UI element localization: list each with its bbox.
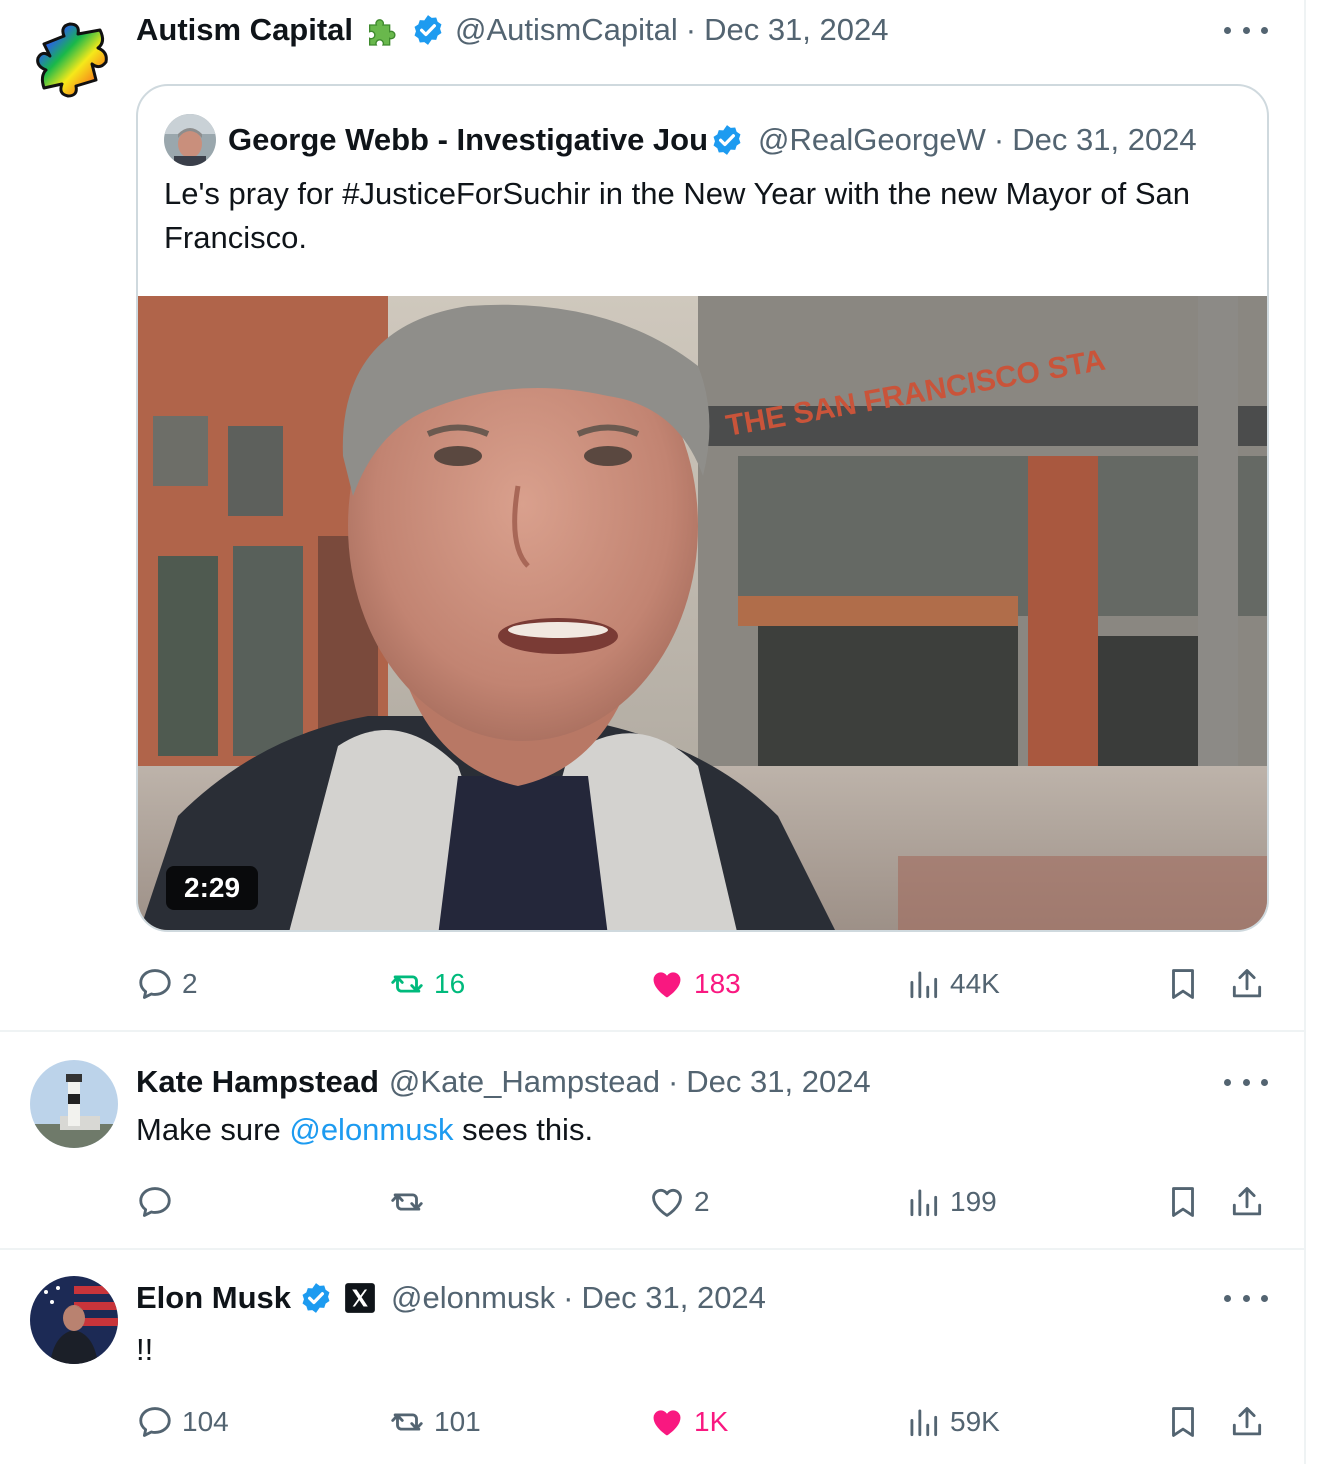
author-name[interactable]: Elon Musk bbox=[136, 1280, 291, 1316]
puzzle-avatar-icon[interactable] bbox=[30, 14, 118, 102]
author-handle[interactable]: @Kate_Hampstead bbox=[389, 1064, 660, 1100]
tweet-actions: 104 101 1K 59K bbox=[136, 1400, 1276, 1444]
share-icon bbox=[1228, 1183, 1266, 1221]
video-thumbnail[interactable]: THE SAN FRANCISCO STA 2:29 bbox=[138, 296, 1267, 930]
tweet-header: Kate Hampstead @Kate_Hampstead · Dec 31,… bbox=[136, 1060, 871, 1104]
verified-badge-icon[interactable] bbox=[411, 13, 445, 47]
quoted-author-name[interactable]: George Webb - Investigative Jou bbox=[228, 122, 708, 158]
like-icon bbox=[648, 965, 686, 1003]
more-icon[interactable] bbox=[1224, 1288, 1268, 1308]
tweet-date[interactable]: Dec 31, 2024 bbox=[704, 12, 888, 48]
tweet-date[interactable]: Dec 31, 2024 bbox=[686, 1064, 870, 1100]
quoted-tweet-text: Le's pray for #JusticeForSuchir in the N… bbox=[164, 176, 1190, 255]
timeline-right-border bbox=[1304, 0, 1306, 1464]
reply-icon bbox=[136, 1183, 174, 1221]
share-button[interactable] bbox=[1228, 962, 1274, 1006]
views-count: 44K bbox=[950, 968, 1000, 999]
author-name[interactable]: Kate Hampstead bbox=[136, 1064, 379, 1100]
reply-icon bbox=[136, 1403, 174, 1441]
repost-count: 101 bbox=[434, 1406, 481, 1437]
repost-icon bbox=[388, 1403, 426, 1441]
reply-icon bbox=[136, 965, 174, 1003]
like-icon bbox=[648, 1183, 686, 1221]
tweet-actions: 2 199 bbox=[136, 1180, 1276, 1224]
verified-badge-icon[interactable] bbox=[710, 123, 744, 157]
tweet-actions: 2 16 183 44K bbox=[136, 962, 1276, 1006]
like-count: 183 bbox=[694, 968, 741, 999]
views-button[interactable]: 44K bbox=[904, 962, 1000, 1006]
more-icon[interactable] bbox=[1224, 1072, 1268, 1092]
repost-button[interactable]: 16 bbox=[388, 962, 465, 1006]
like-button[interactable]: 183 bbox=[648, 962, 741, 1006]
repost-icon bbox=[388, 1183, 426, 1221]
tweet-text-part: sees this. bbox=[453, 1112, 594, 1147]
reply-count: 2 bbox=[182, 968, 198, 999]
author-handle[interactable]: @elonmusk bbox=[391, 1280, 555, 1316]
like-icon bbox=[648, 1403, 686, 1441]
views-button[interactable]: 59K bbox=[904, 1400, 1000, 1444]
reply-count: 104 bbox=[182, 1406, 229, 1437]
author-handle[interactable]: @AutismCapital bbox=[455, 12, 678, 48]
share-button[interactable] bbox=[1228, 1400, 1274, 1444]
like-button[interactable]: 2 bbox=[648, 1180, 710, 1224]
tweet-elon-musk[interactable]: Elon Musk @elonmusk · Dec 31, 2024 !! 10… bbox=[0, 1250, 1304, 1464]
like-count: 2 bbox=[694, 1186, 710, 1217]
quoted-tweet-header: George Webb - Investigative Jou @RealGeo… bbox=[164, 114, 1197, 166]
video-duration-badge: 2:29 bbox=[166, 866, 259, 910]
share-button[interactable] bbox=[1228, 1180, 1274, 1224]
tweet-header: Elon Musk @elonmusk · Dec 31, 2024 bbox=[136, 1276, 766, 1320]
views-button[interactable]: 199 bbox=[904, 1180, 997, 1224]
author-name[interactable]: Autism Capital bbox=[136, 12, 353, 48]
quoted-tweet-date[interactable]: Dec 31, 2024 bbox=[1012, 122, 1196, 158]
bookmark-icon bbox=[1164, 1403, 1202, 1441]
reply-button[interactable]: 104 bbox=[136, 1400, 229, 1444]
dot-separator: · bbox=[667, 1064, 679, 1099]
like-button[interactable]: 1K bbox=[648, 1400, 728, 1444]
views-icon bbox=[904, 1403, 942, 1441]
dot-separator: · bbox=[993, 122, 1005, 157]
repost-icon bbox=[388, 965, 426, 1003]
tweet-header: Autism Capital @AutismCapital · Dec 31, … bbox=[136, 8, 889, 52]
lighthouse-avatar[interactable] bbox=[30, 1060, 118, 1148]
more-icon[interactable] bbox=[1224, 20, 1268, 40]
tweet-text: Make sure @elonmusk sees this. bbox=[136, 1108, 593, 1152]
views-count: 199 bbox=[950, 1186, 997, 1217]
bookmark-icon bbox=[1164, 965, 1202, 1003]
x-logo-icon[interactable] bbox=[343, 1281, 377, 1315]
quoted-tweet[interactable]: George Webb - Investigative Jou @RealGeo… bbox=[136, 84, 1269, 932]
elon-avatar[interactable] bbox=[30, 1276, 118, 1364]
bookmark-button[interactable] bbox=[1164, 1180, 1210, 1224]
views-icon bbox=[904, 1183, 942, 1221]
bookmark-button[interactable] bbox=[1164, 1400, 1210, 1444]
reply-button[interactable]: 2 bbox=[136, 962, 198, 1006]
share-icon bbox=[1228, 1403, 1266, 1441]
bookmark-icon bbox=[1164, 1183, 1202, 1221]
tweet-kate-hampstead[interactable]: Kate Hampstead @Kate_Hampstead · Dec 31,… bbox=[0, 1032, 1304, 1248]
like-count: 1K bbox=[694, 1406, 729, 1437]
repost-button[interactable]: 101 bbox=[388, 1400, 481, 1444]
views-icon bbox=[904, 965, 942, 1003]
mention-link[interactable]: @elonmusk bbox=[289, 1112, 453, 1147]
quoted-author-avatar[interactable] bbox=[164, 114, 216, 166]
dot-separator: · bbox=[685, 12, 697, 47]
share-icon bbox=[1228, 965, 1266, 1003]
tweet-text: !! bbox=[136, 1332, 154, 1367]
reply-button[interactable] bbox=[136, 1180, 182, 1224]
puzzle-icon bbox=[369, 19, 396, 46]
bookmark-button[interactable] bbox=[1164, 962, 1210, 1006]
tweet-text-part: Make sure bbox=[136, 1112, 290, 1147]
repost-button[interactable] bbox=[388, 1180, 434, 1224]
views-count: 59K bbox=[950, 1406, 1000, 1437]
repost-count: 16 bbox=[434, 968, 466, 999]
verified-badge-icon[interactable] bbox=[299, 1281, 333, 1315]
quoted-author-handle[interactable]: @RealGeorgeW bbox=[758, 122, 986, 158]
tweet-date[interactable]: Dec 31, 2024 bbox=[582, 1280, 766, 1316]
tweet-autism-capital[interactable]: Autism Capital @AutismCapital · Dec 31, … bbox=[0, 0, 1304, 1030]
dot-separator: · bbox=[563, 1280, 574, 1315]
